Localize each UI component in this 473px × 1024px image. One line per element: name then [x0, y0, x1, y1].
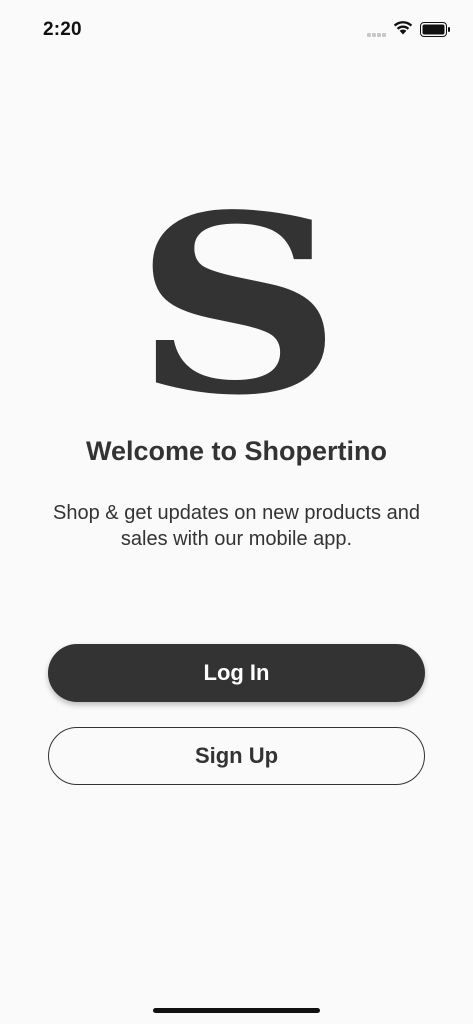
- status-bar: 2:20: [0, 0, 473, 60]
- signal-icon: [367, 33, 387, 37]
- welcome-subtitle: Shop & get updates on new products and s…: [53, 502, 420, 550]
- app-logo: S: [133, 161, 343, 449]
- signup-button[interactable]: Sign Up: [48, 727, 425, 785]
- login-button[interactable]: Log In: [48, 644, 425, 702]
- welcome-title: Welcome to Shopertino: [85, 436, 388, 466]
- wifi-icon: [393, 21, 413, 35]
- battery-icon: [420, 22, 450, 37]
- status-time: 2:20: [43, 19, 82, 40]
- home-indicator[interactable]: [153, 1008, 320, 1013]
